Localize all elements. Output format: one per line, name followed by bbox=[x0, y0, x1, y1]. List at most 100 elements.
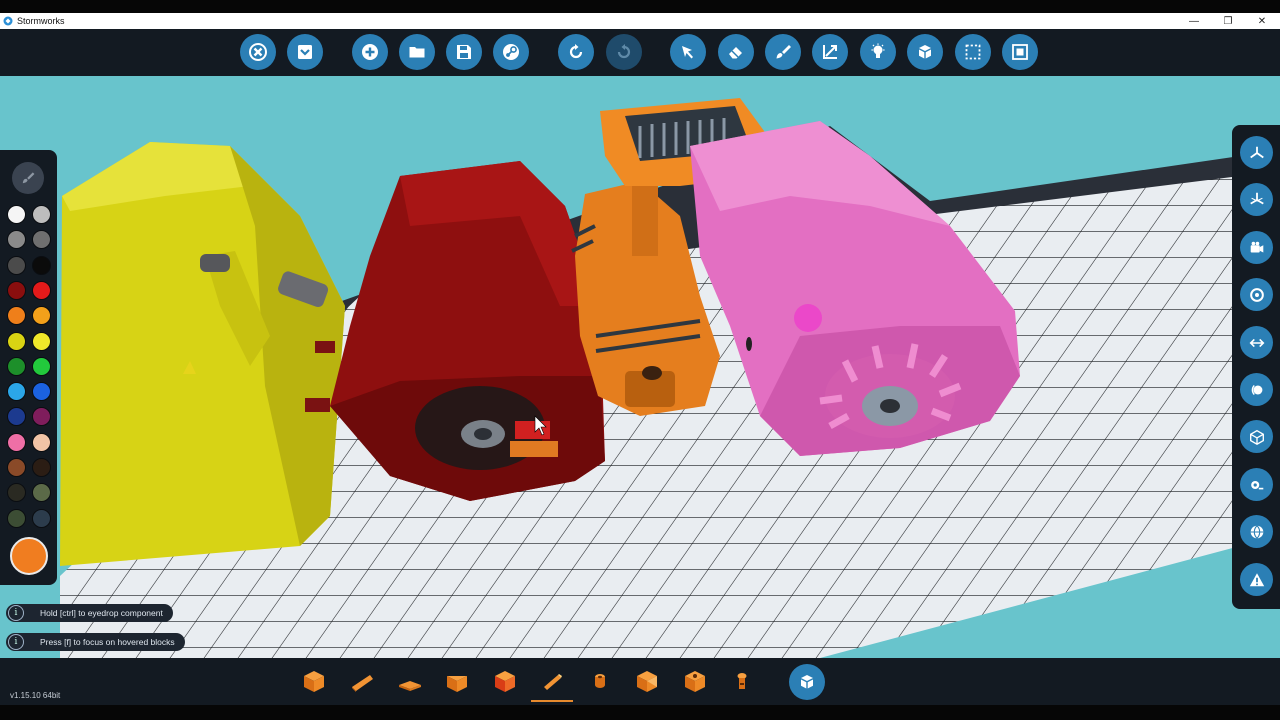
current-color-indicator[interactable] bbox=[10, 537, 48, 575]
block-half-icon bbox=[685, 671, 705, 692]
orbit-icon bbox=[1251, 384, 1262, 395]
block-wedge-icon bbox=[352, 675, 373, 692]
steam-icon bbox=[503, 44, 519, 60]
block-slot-connector[interactable] bbox=[725, 664, 759, 698]
hint-text: Press [f] to focus on hovered blocks bbox=[40, 637, 175, 647]
close-circle-icon bbox=[249, 43, 267, 61]
new-vehicle-button[interactable] bbox=[352, 34, 388, 70]
color-swatch[interactable] bbox=[32, 331, 51, 351]
block-pipe-icon bbox=[595, 674, 605, 688]
block-slot-rod[interactable] bbox=[531, 664, 573, 702]
block-slot-pyramid[interactable] bbox=[440, 664, 474, 698]
undo-button[interactable] bbox=[558, 34, 594, 70]
color-swatch[interactable] bbox=[7, 407, 26, 427]
block-slot-inverted[interactable] bbox=[630, 664, 664, 698]
orbit-button[interactable] bbox=[1240, 373, 1273, 406]
restore-button[interactable]: ❐ bbox=[1222, 16, 1234, 27]
label-button[interactable] bbox=[1240, 468, 1273, 501]
block-view-button[interactable] bbox=[1240, 420, 1273, 453]
color-swatch[interactable] bbox=[32, 483, 51, 503]
color-swatch[interactable] bbox=[32, 356, 51, 376]
axis-top-icon bbox=[1249, 146, 1264, 158]
top-view-button[interactable] bbox=[1240, 136, 1273, 169]
logic-button[interactable] bbox=[860, 34, 896, 70]
erase-tool-button[interactable] bbox=[718, 34, 754, 70]
color-swatch[interactable] bbox=[7, 458, 26, 477]
color-swatch[interactable] bbox=[7, 356, 26, 376]
block-slot-corner[interactable] bbox=[488, 664, 522, 698]
window-titlebar: Stormworks — ❐ ✕ bbox=[0, 13, 1280, 29]
arrows-icon bbox=[1249, 338, 1264, 347]
vehicle-scene bbox=[0, 76, 1280, 658]
color-swatch[interactable] bbox=[7, 205, 26, 224]
close-window-button[interactable]: ✕ bbox=[1256, 16, 1268, 27]
editor-viewport[interactable] bbox=[0, 76, 1280, 658]
color-swatch[interactable] bbox=[32, 205, 51, 224]
redo-button[interactable] bbox=[606, 34, 642, 70]
lightbulb-icon bbox=[871, 43, 885, 58]
plus-icon bbox=[362, 44, 378, 60]
color-swatch[interactable] bbox=[32, 230, 51, 250]
bottom-edge bbox=[0, 705, 1280, 720]
color-swatch[interactable] bbox=[32, 255, 51, 275]
paint-tool-indicator[interactable] bbox=[12, 162, 44, 194]
color-swatch[interactable] bbox=[7, 382, 26, 402]
color-swatch[interactable] bbox=[7, 508, 26, 528]
warning-icon bbox=[1249, 572, 1264, 586]
info-icon: i bbox=[8, 634, 24, 650]
inventory-button[interactable] bbox=[789, 664, 825, 700]
minimize-button[interactable]: — bbox=[1188, 16, 1200, 27]
color-swatch[interactable] bbox=[32, 508, 51, 528]
hint-text: Hold [ctrl] to eyedrop component bbox=[40, 608, 163, 618]
color-swatch[interactable] bbox=[7, 331, 26, 351]
workshop-button[interactable] bbox=[493, 34, 529, 70]
redo-icon bbox=[617, 44, 631, 59]
merge-icon bbox=[1012, 44, 1028, 60]
iso-view-button[interactable] bbox=[1240, 183, 1273, 216]
direction-button[interactable] bbox=[1240, 326, 1273, 359]
camera-button[interactable] bbox=[1240, 231, 1273, 264]
selection-tool-button[interactable] bbox=[955, 34, 991, 70]
color-swatch[interactable] bbox=[7, 306, 26, 326]
marquee-icon bbox=[965, 44, 981, 60]
block-slot-slope[interactable] bbox=[393, 664, 427, 698]
eraser-icon bbox=[729, 47, 742, 59]
color-swatch[interactable] bbox=[32, 382, 51, 402]
menu-button[interactable] bbox=[287, 34, 323, 70]
block-slot-half[interactable] bbox=[678, 664, 712, 698]
paint-tool-button[interactable] bbox=[765, 34, 801, 70]
color-swatch[interactable] bbox=[7, 432, 26, 452]
block-slot-pipe[interactable] bbox=[583, 664, 617, 698]
center-of-mass-button[interactable] bbox=[1240, 278, 1273, 311]
view-controls-panel bbox=[1232, 125, 1280, 609]
color-swatch[interactable] bbox=[7, 483, 26, 503]
color-swatch[interactable] bbox=[7, 280, 26, 300]
block-selection-bar: v1.15.10 64bit bbox=[0, 658, 1280, 705]
color-palette-panel bbox=[0, 150, 57, 585]
paint-brush-icon bbox=[776, 45, 791, 59]
components-button[interactable] bbox=[907, 34, 943, 70]
color-swatch[interactable] bbox=[32, 432, 51, 452]
select-tool-button[interactable] bbox=[670, 34, 706, 70]
cursor-icon bbox=[682, 46, 693, 59]
color-swatch[interactable] bbox=[32, 407, 51, 427]
block-slot-cube[interactable] bbox=[297, 664, 331, 698]
transform-tool-button[interactable] bbox=[812, 34, 848, 70]
color-swatch[interactable] bbox=[32, 280, 51, 300]
color-swatch[interactable] bbox=[32, 306, 51, 326]
color-swatch[interactable] bbox=[32, 458, 51, 477]
merge-button[interactable] bbox=[1002, 34, 1038, 70]
warnings-button[interactable] bbox=[1240, 563, 1273, 596]
save-button[interactable] bbox=[446, 34, 482, 70]
cubes-icon bbox=[801, 675, 813, 689]
folder-icon bbox=[409, 47, 425, 58]
close-vehicle-button[interactable] bbox=[240, 34, 276, 70]
block-rod-icon bbox=[544, 674, 562, 690]
environment-button[interactable] bbox=[1240, 515, 1273, 548]
color-swatch[interactable] bbox=[7, 255, 26, 275]
open-button[interactable] bbox=[399, 34, 435, 70]
undo-icon bbox=[569, 44, 583, 59]
color-swatch[interactable] bbox=[7, 230, 26, 250]
block-slot-wedge[interactable] bbox=[345, 664, 379, 698]
top-toolbar bbox=[0, 29, 1280, 76]
